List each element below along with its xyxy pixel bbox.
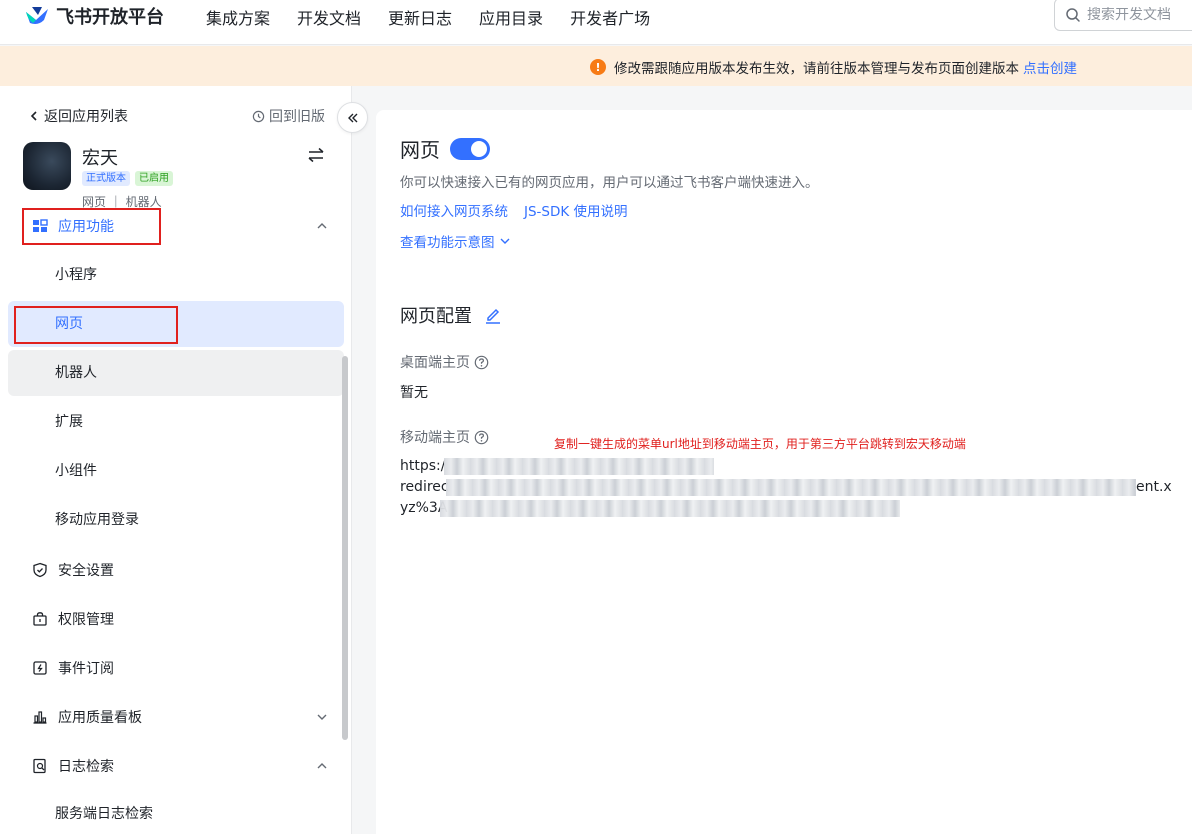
back-to-app-list[interactable]: 返回应用列表 [28, 106, 128, 126]
annotation-box-app-features [22, 208, 161, 245]
app-avatar [23, 142, 71, 190]
url-line: https:/ [400, 456, 1190, 477]
release-badge: 正式版本 [82, 171, 130, 186]
lock-icon [33, 612, 47, 626]
config-title-text: 网页配置 [400, 306, 472, 327]
nav-app-directory[interactable]: 应用目录 [479, 5, 543, 29]
sidebar-item-mini-program[interactable]: 小程序 [8, 252, 344, 298]
sidebar-item-extension[interactable]: 扩展 [8, 399, 344, 445]
back-label: 返回应用列表 [44, 109, 128, 125]
sidebar-scrollbar[interactable] [342, 356, 348, 740]
app-badges: 正式版本 已启用 [82, 171, 178, 186]
url-fragment: ent.x [1136, 479, 1172, 495]
app-name: 宏天 [82, 148, 118, 169]
top-bar: 飞书开放平台 集成方案 开发文档 更新日志 应用目录 开发者广场 [0, 0, 1192, 45]
chevron-left-icon [30, 111, 37, 121]
event-icon [33, 661, 47, 675]
sidebar-item-label: 权限管理 [58, 612, 114, 628]
nav-developer-square[interactable]: 开发者广场 [570, 5, 650, 29]
desktop-home-label-text: 桌面端主页 [400, 355, 470, 371]
url-line: yz%3A [400, 498, 1190, 519]
sidebar-item-quality-dashboard[interactable]: 应用质量看板 [32, 707, 142, 727]
old-version-label: 回到旧版 [269, 109, 325, 125]
web-config-title: 网页配置 [400, 302, 502, 328]
web-enable-toggle[interactable] [450, 137, 490, 160]
feishu-logo-icon [26, 7, 48, 24]
view-demo-link[interactable]: 查看功能示意图 [400, 231, 511, 251]
blurred-url-segment [444, 458, 714, 475]
sidebar-item-server-log-search[interactable]: 服务端日志检索 [8, 791, 344, 834]
url-fragment: https:/ [400, 458, 446, 474]
page-title: 网页 [400, 138, 440, 162]
chevron-up-icon[interactable] [316, 760, 328, 772]
url-line: redirec ent.x [400, 477, 1190, 498]
sidebar-item-security[interactable]: 安全设置 [32, 560, 114, 580]
sidebar-item-label: 安全设置 [58, 563, 114, 579]
nav-changelog[interactable]: 更新日志 [388, 5, 452, 29]
help-icon[interactable] [474, 355, 489, 370]
view-demo-label: 查看功能示意图 [400, 235, 495, 251]
red-annotation-note: 复制一键生成的菜单url地址到移动端主页，用于第三方平台跳转到宏天移动端 [554, 437, 966, 451]
desktop-home-label: 桌面端主页 [400, 352, 489, 372]
sidebar-item-label: 事件订阅 [58, 661, 114, 677]
annotation-box-web [14, 306, 178, 344]
chevron-down-icon[interactable] [316, 711, 328, 723]
sidebar-item-mobile-login[interactable]: 移动应用登录 [8, 497, 344, 543]
web-section-title: 网页 [400, 134, 490, 163]
mobile-home-url[interactable]: https:/ redirec ent.x yz%3A [400, 456, 1190, 519]
banner-text: 修改需跟随应用版本发布生效，请前往版本管理与发布页面创建版本 [614, 61, 1019, 77]
help-icon[interactable] [474, 430, 489, 445]
collapse-sidebar-button[interactable] [337, 102, 368, 133]
chevron-down-icon [500, 238, 509, 244]
search-box[interactable] [1054, 0, 1192, 31]
create-version-link[interactable]: 点击创建 [1023, 57, 1077, 77]
brand[interactable]: 飞书开放平台 [24, 4, 164, 28]
help-links: 如何接入网页系统 JS-SDK 使用说明 [400, 200, 644, 220]
sidebar-item-label: 日志检索 [58, 759, 114, 775]
brand-name: 飞书开放平台 [56, 7, 164, 28]
edit-icon[interactable] [484, 306, 502, 324]
shield-icon [33, 562, 47, 578]
sidebar-item-widget[interactable]: 小组件 [8, 448, 344, 494]
sidebar: 返回应用列表 回到旧版 宏天 正式版本 已启用 网页 ｜ 机器人 应用功能 小程… [0, 86, 352, 834]
web-description: 你可以快速接入已有的网页应用，用户可以通过飞书客户端快速进入。 [400, 175, 819, 191]
blurred-url-segment [446, 479, 1136, 496]
nav-solutions[interactable]: 集成方案 [206, 5, 270, 29]
chart-icon [33, 711, 47, 724]
how-to-integrate-link[interactable]: 如何接入网页系统 [400, 200, 508, 220]
url-fragment: redirec [400, 479, 449, 495]
enabled-badge: 已启用 [135, 171, 173, 186]
sidebar-item-permissions[interactable]: 权限管理 [32, 609, 114, 629]
notice-banner: ! 修改需跟随应用版本发布生效，请前往版本管理与发布页面创建版本 点击创建 [0, 46, 1192, 86]
jssdk-docs-link[interactable]: JS-SDK 使用说明 [524, 200, 628, 220]
search-icon [1066, 7, 1080, 22]
mobile-home-label: 移动端主页 [400, 427, 489, 447]
main-panel: 网页 你可以快速接入已有的网页应用，用户可以通过飞书客户端快速进入。 如何接入网… [376, 110, 1192, 834]
desktop-home-value: 暂无 [400, 385, 428, 401]
nav-docs[interactable]: 开发文档 [297, 5, 361, 29]
chevron-up-icon[interactable] [316, 220, 328, 232]
double-chevron-left-icon [347, 113, 357, 122]
search-input[interactable] [1087, 6, 1192, 23]
sidebar-item-label: 应用质量看板 [58, 710, 142, 726]
log-search-icon [33, 758, 46, 774]
blurred-url-segment [440, 500, 900, 517]
old-version-link[interactable]: 回到旧版 [252, 106, 325, 126]
sidebar-item-bot[interactable]: 机器人 [8, 350, 344, 396]
swap-icon[interactable] [307, 147, 325, 163]
warning-icon: ! [590, 59, 606, 75]
mobile-home-label-text: 移动端主页 [400, 430, 470, 446]
top-nav: 集成方案 开发文档 更新日志 应用目录 开发者广场 [206, 5, 677, 29]
history-icon [252, 110, 265, 122]
sidebar-item-log-search[interactable]: 日志检索 [32, 756, 114, 776]
sidebar-item-events[interactable]: 事件订阅 [32, 658, 114, 678]
